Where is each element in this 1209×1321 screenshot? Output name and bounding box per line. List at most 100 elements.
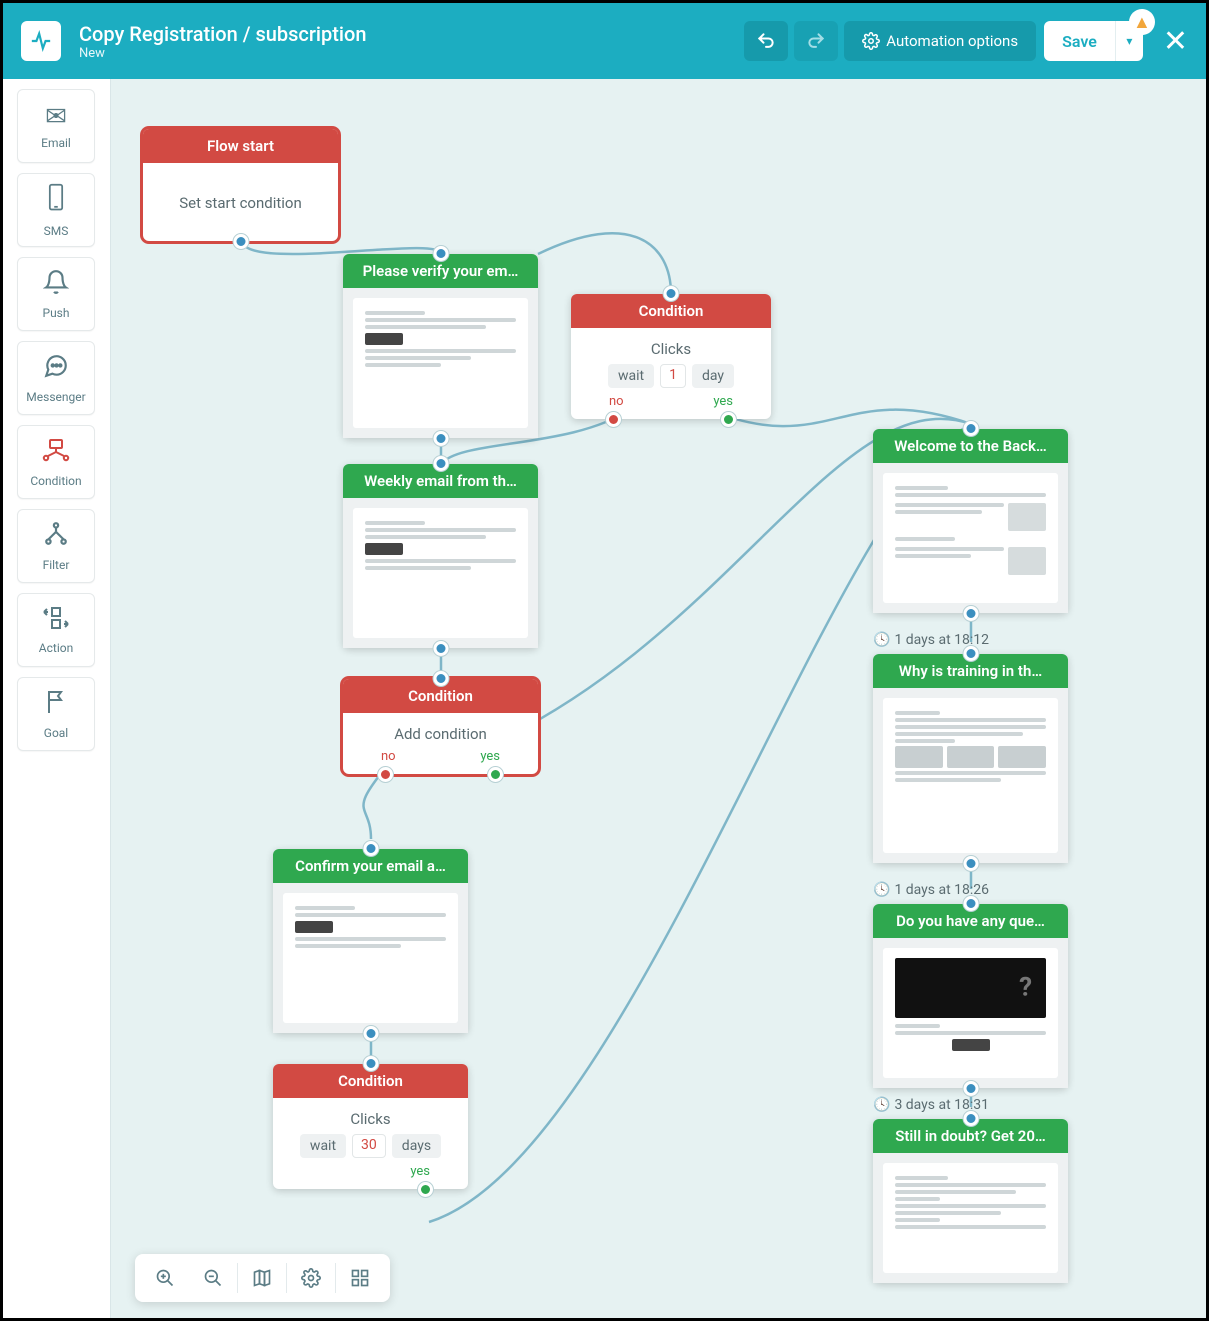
wait-value: 30 [352, 1134, 386, 1158]
port-yes[interactable] [488, 767, 503, 782]
node-body: Clicks wait 1 day no yes [571, 328, 771, 419]
port-in[interactable] [433, 456, 448, 471]
sidebar-item-label: Condition [30, 474, 81, 488]
node-condition-add[interactable]: Condition Add condition no yes [343, 679, 538, 774]
port-in[interactable] [363, 841, 378, 856]
bell-icon [43, 269, 69, 302]
node-body-text: Set start condition [179, 194, 302, 212]
port-out[interactable] [963, 1081, 978, 1096]
sidebar-item-label: SMS [44, 224, 69, 238]
node-email-why-training[interactable]: Why is training in th… [873, 654, 1068, 863]
port-no[interactable] [378, 767, 393, 782]
port-in[interactable] [963, 896, 978, 911]
wait-label: wait [300, 1134, 346, 1158]
page-subtitle: New [79, 46, 367, 61]
clock-icon: 🕓 [873, 882, 890, 898]
port-out[interactable] [963, 856, 978, 871]
node-body: Set start condition [143, 163, 338, 241]
node-preview [873, 688, 1068, 863]
port-in[interactable] [963, 1111, 978, 1126]
node-body-text: Clicks [350, 1110, 390, 1128]
logo-icon [21, 21, 61, 61]
port-in[interactable] [963, 421, 978, 436]
yes-label: yes [713, 394, 733, 409]
sidebar: ✉ Email SMS Push Messenger [3, 79, 111, 1318]
no-label: no [381, 749, 396, 764]
port-out[interactable] [363, 1026, 378, 1041]
sidebar-item-push[interactable]: Push [17, 257, 95, 331]
redo-button[interactable] [794, 21, 838, 61]
sidebar-item-action[interactable]: Action [17, 593, 95, 667]
automation-options-button[interactable]: Automation options [844, 21, 1036, 61]
port-out[interactable] [433, 641, 448, 656]
page-title: Copy Registration / subscription [79, 22, 367, 46]
node-email-question[interactable]: Do you have any que… [873, 904, 1068, 1088]
node-body: Clicks wait 30 days yes [273, 1098, 468, 1189]
sidebar-item-filter[interactable]: Filter [17, 509, 95, 583]
node-condition-clicks-30[interactable]: Condition Clicks wait 30 days yes [273, 1064, 468, 1189]
sidebar-item-label: Filter [43, 558, 70, 572]
node-preview [343, 498, 538, 648]
port-out[interactable] [433, 431, 448, 446]
wait-label: wait [608, 364, 654, 388]
settings-button[interactable] [287, 1254, 335, 1302]
top-header: Copy Registration / subscription New Aut… [3, 3, 1206, 79]
sidebar-item-email[interactable]: ✉ Email [17, 89, 95, 163]
sidebar-item-condition[interactable]: Condition [17, 425, 95, 499]
port-in[interactable] [664, 286, 679, 301]
messenger-icon [43, 353, 69, 386]
no-label: no [609, 394, 624, 409]
flow-canvas[interactable]: Flow start Set start condition Please ve… [111, 79, 1206, 1318]
sidebar-item-label: Email [41, 136, 71, 150]
port-in[interactable] [363, 1056, 378, 1071]
undo-button[interactable] [744, 21, 788, 61]
node-email-confirm[interactable]: Confirm your email a… [273, 849, 468, 1033]
save-button[interactable]: Save [1044, 21, 1115, 61]
wait-unit: days [392, 1134, 441, 1158]
node-preview [873, 463, 1068, 613]
port-out[interactable] [963, 606, 978, 621]
action-icon [42, 606, 70, 637]
port-in[interactable] [963, 646, 978, 661]
filter-icon [43, 521, 69, 554]
node-email-welcome[interactable]: Welcome to the Back… [873, 429, 1068, 613]
yes-label: yes [480, 749, 500, 764]
clock-icon: 🕓 [873, 632, 890, 648]
node-header: Flow start [143, 129, 338, 163]
wait-value: 1 [660, 364, 686, 388]
port-out[interactable] [233, 234, 248, 249]
port-yes[interactable] [418, 1182, 433, 1197]
port-yes[interactable] [721, 412, 736, 427]
yes-label: yes [410, 1164, 430, 1179]
wait-unit: day [692, 364, 734, 388]
node-preview [273, 883, 468, 1033]
sidebar-item-label: Messenger [26, 390, 85, 404]
sidebar-item-messenger[interactable]: Messenger [17, 341, 95, 415]
warning-icon: ▲ [1133, 12, 1151, 33]
node-email-verify[interactable]: Please verify your em… [343, 254, 538, 438]
node-preview [873, 938, 1068, 1088]
node-email-still-doubt[interactable]: Still in doubt? Get 20… [873, 1119, 1068, 1283]
goal-icon [44, 689, 68, 722]
condition-icon [42, 437, 70, 470]
sidebar-item-label: Push [43, 306, 70, 320]
zoom-in-button[interactable] [141, 1254, 189, 1302]
node-condition-clicks-1[interactable]: Condition Clicks wait 1 day no yes [571, 294, 771, 419]
port-in[interactable] [433, 246, 448, 261]
port-in[interactable] [433, 671, 448, 686]
map-button[interactable] [238, 1254, 286, 1302]
sidebar-item-sms[interactable]: SMS [17, 173, 95, 247]
node-preview [873, 1153, 1068, 1283]
close-button[interactable]: ✕ [1163, 24, 1188, 59]
port-no[interactable] [606, 412, 621, 427]
sidebar-item-goal[interactable]: Goal [17, 677, 95, 751]
warning-badge: ▲ [1129, 9, 1155, 35]
zoom-out-button[interactable] [189, 1254, 237, 1302]
node-body: Add condition no yes [343, 713, 538, 774]
sidebar-item-label: Action [39, 641, 73, 655]
node-email-weekly[interactable]: Weekly email from th… [343, 464, 538, 648]
bottom-toolbar [135, 1254, 390, 1302]
sidebar-item-label: Goal [44, 726, 68, 740]
node-flow-start[interactable]: Flow start Set start condition [143, 129, 338, 241]
grid-button[interactable] [336, 1254, 384, 1302]
